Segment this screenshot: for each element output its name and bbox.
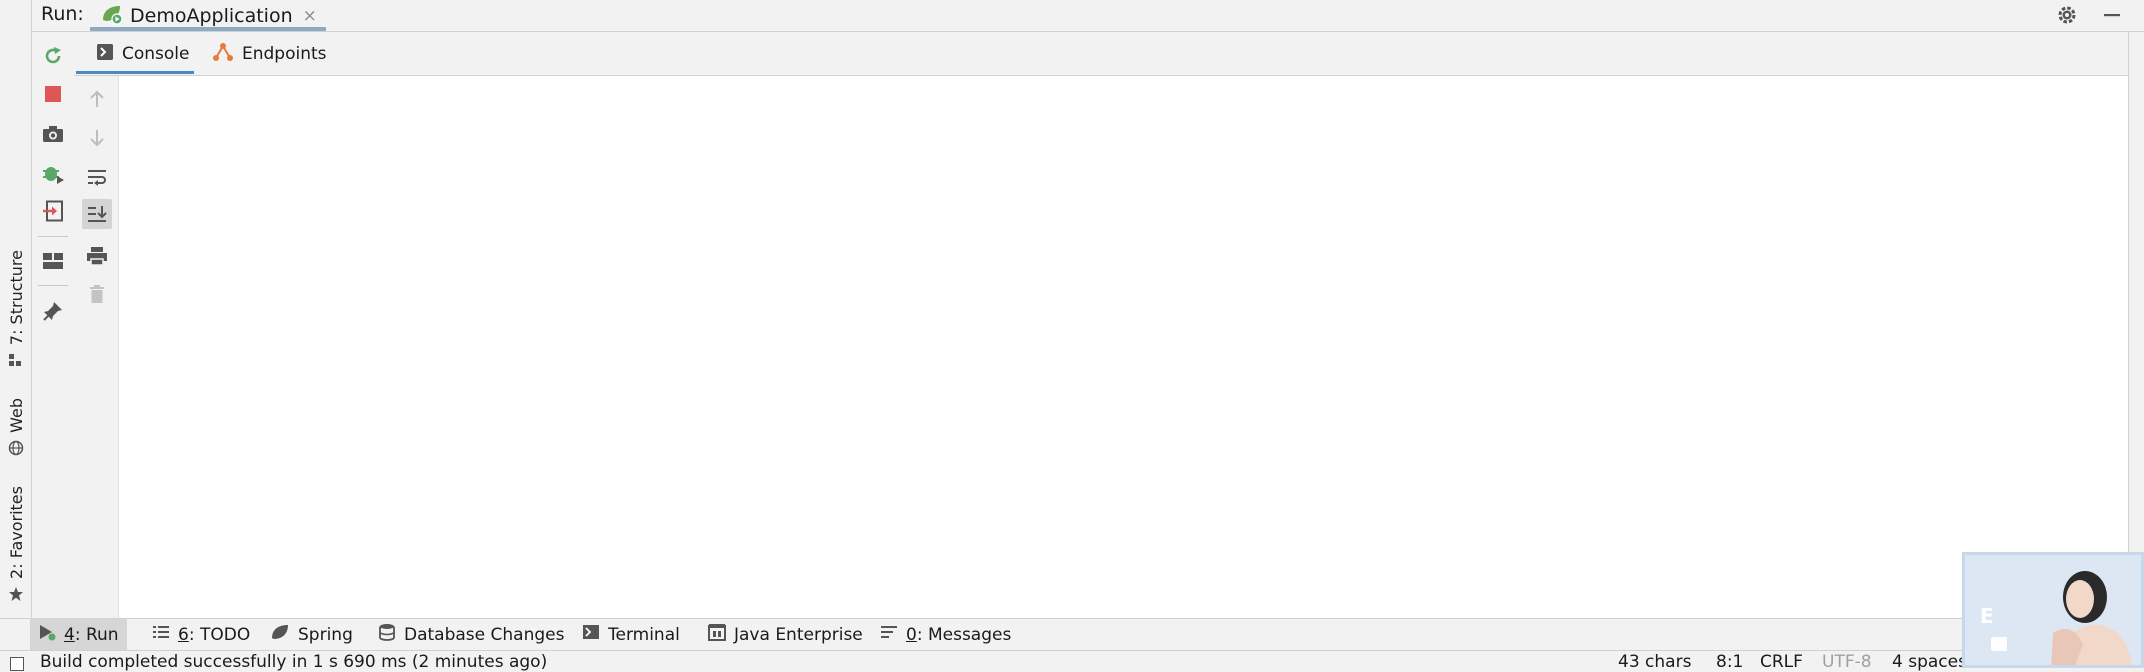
tab-endpoints[interactable]: Endpoints [202, 32, 337, 76]
tab-console-label: Console [122, 44, 190, 64]
status-message[interactable]: Build completed successfully in 1 s 690 … [40, 652, 547, 672]
run-tab-label: DemoApplication [130, 5, 293, 27]
tool-windows-toggle-icon[interactable] [10, 657, 24, 671]
run-play-icon [38, 623, 56, 646]
console-toolbar [74, 76, 119, 618]
close-icon[interactable]: × [303, 6, 317, 26]
minimize-icon[interactable] [2100, 3, 2124, 27]
endpoints-icon [212, 42, 234, 67]
toolbar-separator [38, 236, 68, 237]
left-tab-structure-label: 7: Structure [6, 250, 26, 346]
console-output[interactable] [119, 76, 2128, 618]
run-window-header [32, 0, 2144, 32]
status-indent[interactable]: 4 spaces [1892, 652, 1967, 672]
globe-icon [7, 439, 25, 457]
spring-leaf-icon [270, 623, 290, 646]
structure-icon [7, 351, 25, 369]
console-subtab-bar [74, 32, 2128, 76]
bottom-tab-java-enterprise[interactable]: Java Enterprise [700, 619, 871, 650]
database-icon [378, 623, 396, 646]
rerun-icon[interactable] [38, 41, 68, 71]
gear-icon[interactable] [2055, 3, 2079, 27]
bottom-tab-run-num: 4 [64, 624, 75, 645]
status-line-separator[interactable]: CRLF [1760, 652, 1803, 672]
restore-layout-icon[interactable] [38, 196, 68, 226]
bottom-tab-todo-num: 6 [178, 624, 189, 645]
status-encoding[interactable]: UTF-8 [1822, 652, 1872, 672]
status-caret-position[interactable]: 8:1 [1716, 652, 1743, 672]
todo-list-icon [152, 624, 170, 645]
run-label: Run: [41, 3, 84, 25]
bottom-tab-run[interactable]: 4: Run [30, 619, 127, 650]
left-tab-web[interactable]: Web [0, 398, 32, 457]
bottom-tab-messages-num: 0 [906, 624, 917, 645]
left-tab-favorites[interactable]: 2: Favorites [0, 486, 32, 603]
left-tab-web-label: Web [6, 398, 26, 433]
print-icon[interactable] [82, 241, 112, 271]
bottom-tab-todo-label: : TODO [188, 624, 251, 645]
bottom-tab-spring-label: Spring [298, 624, 353, 645]
arrow-up-icon[interactable] [82, 84, 112, 114]
bottom-tab-messages[interactable]: 0: Messages [872, 619, 1019, 650]
layout-icon[interactable] [38, 246, 68, 276]
arrow-down-icon[interactable] [82, 123, 112, 153]
bottom-tab-terminal-label: Terminal [608, 624, 680, 645]
star-icon [7, 585, 25, 603]
active-tab-underline [90, 27, 326, 31]
java-enterprise-icon [708, 623, 726, 646]
messages-icon [880, 624, 898, 645]
bottom-tab-spring[interactable]: Spring [262, 619, 361, 650]
bottom-tab-database-changes-label: Database Changes [404, 624, 565, 645]
stop-icon[interactable] [38, 79, 68, 109]
console-icon [96, 43, 114, 66]
left-tab-favorites-label: 2: Favorites [6, 486, 26, 579]
trash-icon[interactable] [82, 279, 112, 309]
pin-icon[interactable] [38, 296, 68, 326]
tab-endpoints-label: Endpoints [242, 44, 327, 64]
scroll-to-end-icon[interactable] [82, 199, 112, 229]
bottom-tab-database-changes[interactable]: Database Changes [370, 619, 572, 650]
toolbar-separator [38, 285, 68, 286]
camera-icon[interactable] [38, 119, 68, 149]
bottom-tab-messages-label: : Messages [916, 624, 1012, 645]
tab-console[interactable]: Console [86, 32, 200, 76]
debug-bug-icon[interactable] [38, 158, 68, 188]
right-gutter [2128, 32, 2144, 618]
overlay-letter: E [1980, 604, 1994, 628]
left-tab-structure[interactable]: 7: Structure [0, 250, 32, 369]
bottom-tab-todo[interactable]: 6: TODO [144, 619, 258, 650]
spring-run-icon [100, 3, 124, 29]
bottom-tab-java-enterprise-label: Java Enterprise [734, 624, 863, 645]
status-chars: 43 chars [1618, 652, 1692, 672]
terminal-icon [582, 624, 600, 645]
soft-wrap-icon[interactable] [82, 162, 112, 192]
bottom-tab-run-label: : Run [74, 624, 119, 645]
bottom-tab-terminal[interactable]: Terminal [574, 619, 688, 650]
console-tab-underline [76, 71, 194, 74]
